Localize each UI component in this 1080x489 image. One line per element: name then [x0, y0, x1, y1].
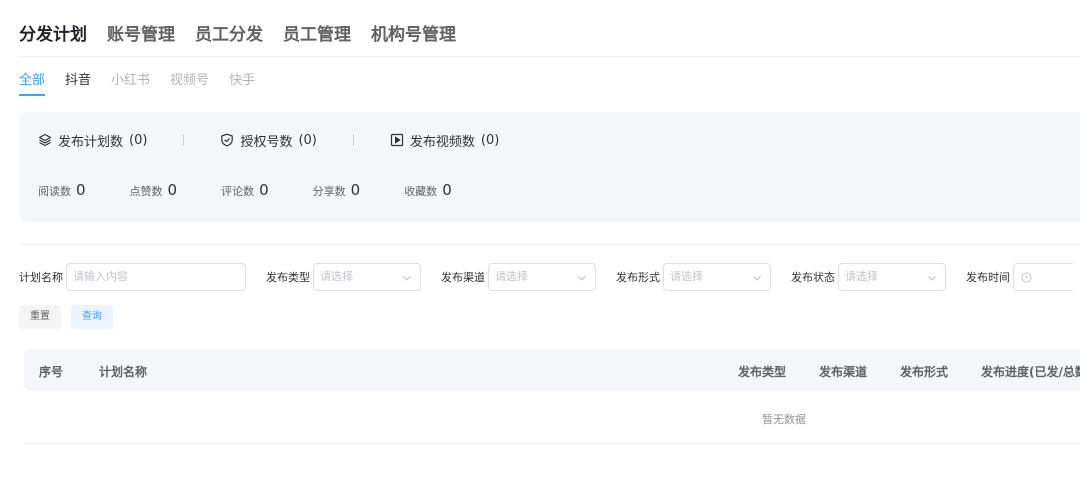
select-placeholder: 请选择 [670, 270, 703, 283]
stat-auth-count: 授权号数 (0) [220, 131, 317, 150]
metric-favorite: 收藏数 0 [404, 181, 452, 199]
layers-icon [38, 133, 52, 147]
metric-label: 分享数 [312, 185, 346, 198]
nav-divider [19, 56, 1080, 57]
platform-tab-all[interactable]: 全部 [19, 72, 46, 96]
filter-publish-channel: 发布渠道 请选择 [441, 263, 596, 291]
stat-separator [183, 134, 185, 146]
metric-like: 点赞数 0 [130, 181, 178, 199]
filter-publish-form: 发布形式 请选择 [616, 263, 771, 291]
filter-label: 发布状态 [791, 271, 835, 284]
filter-publish-time: 发布时间 [966, 263, 1073, 291]
select-placeholder: 请选择 [495, 270, 528, 283]
filter-label: 计划名称 [19, 271, 63, 284]
metric-comment: 评论数 0 [221, 181, 269, 199]
nav-tab-employee-management[interactable]: 员工管理 [283, 20, 351, 45]
metric-value: 0 [167, 181, 178, 199]
stat-video-value: (0) [480, 132, 500, 148]
filter-actions: 重置 查询 [19, 305, 123, 329]
platform-tab-xiaohongshu[interactable]: 小红书 [111, 72, 150, 92]
stats-summary-row: 发布计划数 (0) 授权号数 (0) 发布视频数 (0) [38, 130, 499, 150]
filter-row: 计划名称 请输入内容 发布类型 请选择 发布渠道 请选择 发布形式 请选择 发布… [19, 263, 1080, 291]
table-bottom-border [24, 443, 1080, 444]
stat-video-count: 发布视频数 (0) [390, 131, 499, 150]
metric-label: 点赞数 [129, 185, 163, 198]
platform-tabs: 全部 抖音 小红书 视频号 快手 [19, 72, 275, 96]
select-placeholder: 请选择 [320, 270, 353, 283]
column-header-publish-type: 发布类型 [738, 365, 787, 379]
metric-share: 分享数 0 [313, 181, 361, 199]
table-empty-text: 暂无数据 [762, 413, 806, 426]
stat-auth-value: (0) [298, 132, 317, 148]
plan-name-input[interactable]: 请输入内容 [66, 263, 246, 291]
clock-icon [1021, 272, 1032, 283]
metric-label: 收藏数 [404, 185, 438, 198]
platform-tab-kuaishou[interactable]: 快手 [229, 72, 255, 92]
metric-read: 阅读数 0 [38, 181, 86, 199]
publish-channel-select[interactable]: 请选择 [488, 263, 596, 291]
shield-check-icon [221, 133, 234, 147]
metric-label: 阅读数 [38, 185, 71, 198]
filter-label: 发布类型 [266, 271, 310, 284]
nav-tab-distribution-plan[interactable]: 分发计划 [19, 20, 87, 45]
filter-publish-type: 发布类型 请选择 [266, 263, 421, 291]
column-header-publish-channel: 发布渠道 [819, 365, 868, 379]
chevron-down-icon [403, 275, 411, 281]
filter-label: 发布渠道 [441, 271, 485, 284]
stats-metrics-row: 阅读数 0 点赞数 0 评论数 0 分享数 0 收藏数 0 [38, 181, 496, 199]
reset-button[interactable]: 重置 [19, 305, 61, 329]
metric-label: 评论数 [221, 185, 255, 198]
chevron-down-icon [753, 275, 761, 281]
section-divider [19, 244, 1080, 245]
publish-time-picker[interactable] [1013, 263, 1073, 291]
filter-label: 发布时间 [966, 271, 1010, 284]
platform-tab-shipinhao[interactable]: 视频号 [170, 72, 209, 92]
filter-publish-status: 发布状态 请选择 [791, 263, 946, 291]
metric-value: 0 [350, 181, 361, 199]
stat-plan-count: 发布计划数 (0) [38, 131, 147, 150]
column-header-publish-progress: 发布进度(已发/总数) [981, 365, 1080, 379]
table-header: 序号 计划名称 发布类型 发布渠道 发布形式 发布进度(已发/总数) [24, 349, 1080, 391]
filter-plan-name: 计划名称 请输入内容 [19, 263, 246, 291]
stat-video-label: 发布视频数 [409, 134, 475, 150]
query-button[interactable]: 查询 [71, 305, 113, 329]
metric-value: 0 [259, 181, 269, 199]
publish-type-select[interactable]: 请选择 [313, 263, 421, 291]
platform-tab-douyin[interactable]: 抖音 [65, 72, 91, 92]
publish-form-select[interactable]: 请选择 [663, 263, 771, 291]
play-square-icon [390, 133, 403, 147]
column-header-index: 序号 [39, 365, 64, 379]
publish-status-select[interactable]: 请选择 [838, 263, 946, 291]
stat-plan-value: (0) [129, 132, 148, 148]
nav-tab-account-management[interactable]: 账号管理 [107, 20, 175, 45]
top-nav: 分发计划 账号管理 员工分发 员工管理 机构号管理 [19, 20, 476, 45]
stat-auth-label: 授权号数 [240, 134, 293, 150]
stats-panel: 发布计划数 (0) 授权号数 (0) 发布视频数 (0) 阅读数 0 点赞数 0… [19, 112, 1080, 222]
column-header-plan-name: 计划名称 [99, 365, 148, 379]
select-placeholder: 请选择 [845, 270, 878, 283]
chevron-down-icon [928, 275, 936, 281]
nav-tab-org-account-management[interactable]: 机构号管理 [371, 20, 456, 45]
metric-value: 0 [76, 181, 86, 199]
nav-tab-employee-distribution[interactable]: 员工分发 [195, 20, 263, 45]
chevron-down-icon [578, 275, 586, 281]
metric-value: 0 [442, 181, 452, 199]
stat-plan-label: 发布计划数 [58, 134, 124, 150]
column-header-publish-form: 发布形式 [900, 365, 949, 379]
filter-label: 发布形式 [616, 271, 660, 284]
stat-separator [352, 134, 354, 146]
